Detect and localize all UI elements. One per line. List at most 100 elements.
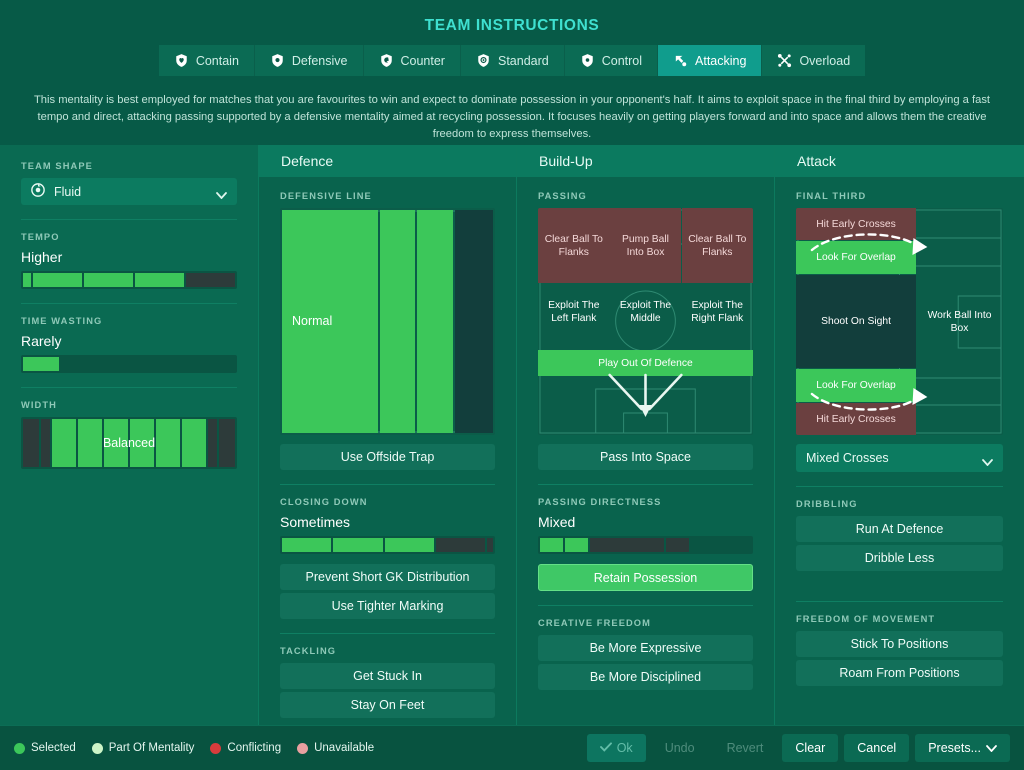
run-at-defence-button[interactable]: Run At Defence [796, 516, 1003, 542]
stick-to-positions-button[interactable]: Stick To Positions [796, 631, 1003, 657]
mentality-tab-contain[interactable]: Contain [158, 45, 254, 76]
width-segment[interactable] [77, 419, 102, 467]
defence-title: Defence [259, 145, 516, 177]
mentality-tab-label: Contain [195, 53, 239, 68]
shield-control-icon [580, 53, 595, 68]
passing-zone-exploit-right-flank[interactable]: Exploit The Right Flank [682, 286, 753, 338]
final-third-pitch[interactable]: Hit Early Crosses Look For Overlap Shoot… [796, 208, 1003, 435]
legend: Selected Part Of Mentality Conflicting Unav… [14, 742, 374, 754]
defensive-line-band[interactable] [455, 210, 493, 433]
width-segment[interactable] [208, 419, 217, 467]
tempo-segment[interactable] [84, 273, 134, 287]
closing-down-slider[interactable] [280, 536, 495, 554]
mentality-tab-control[interactable]: Control [563, 45, 658, 76]
mentality-tab-counter[interactable]: Counter [362, 45, 460, 76]
revert-button[interactable]: Revert [714, 734, 777, 762]
passing-label: PASSING [538, 191, 587, 201]
closing-down-segment[interactable] [282, 538, 332, 552]
roam-from-positions-button[interactable]: Roam From Positions [796, 660, 1003, 686]
use-offside-trap-button[interactable]: Use Offside Trap [280, 444, 495, 470]
action-button-label: Presets... [928, 741, 981, 755]
divider [796, 486, 1003, 487]
action-button-label: Undo [664, 741, 695, 755]
final-third-zone-hit-early-crosses-bottom[interactable]: Hit Early Crosses [796, 403, 917, 435]
passing-zone-exploit-middle[interactable]: Exploit The Middle [610, 286, 681, 338]
mentality-tab-overload[interactable]: Overload [761, 45, 866, 76]
mentality-tab-standard[interactable]: Standard [459, 45, 564, 76]
closing-down-label: CLOSING DOWN [280, 497, 368, 507]
passing-zone-clear-ball-right[interactable]: Clear Ball To Flanks [681, 208, 753, 283]
presets-button[interactable]: Presets... [915, 734, 1010, 762]
closing-down-segment[interactable] [435, 538, 486, 552]
width-segment[interactable] [218, 419, 235, 467]
final-third-zone-work-ball-into-box[interactable]: Work Ball Into Box [916, 275, 1003, 368]
final-third-zone-look-for-overlap-bottom[interactable]: Look For Overlap [796, 369, 917, 402]
passing-zone-clear-ball-left[interactable]: Clear Ball To Flanks [538, 208, 610, 283]
get-stuck-in-button[interactable]: Get Stuck In [280, 663, 495, 689]
time-wasting-slider[interactable] [21, 355, 237, 373]
width-segment[interactable] [156, 419, 181, 467]
clear-button[interactable]: Clear [782, 734, 839, 762]
attack-column: Attack FINAL THIRD Hit Early Crosses Loo… [774, 145, 1024, 725]
closing-down-segment[interactable] [384, 538, 434, 552]
defensive-line-band[interactable] [379, 210, 416, 433]
shield-counter-icon [379, 53, 394, 68]
cancel-button[interactable]: Cancel [844, 734, 910, 762]
final-third-zone-hit-early-crosses-top[interactable]: Hit Early Crosses [796, 208, 917, 240]
team-shape-dropdown[interactable]: Fluid [21, 178, 237, 205]
passing-directness-slider[interactable] [538, 536, 753, 554]
retain-possession-button[interactable]: Retain Possession [538, 564, 753, 591]
width-segment[interactable] [41, 419, 50, 467]
passing-zone-exploit-left-flank[interactable]: Exploit The Left Flank [538, 286, 610, 338]
mentality-tab-attacking[interactable]: Attacking [657, 45, 762, 76]
pass-into-space-button[interactable]: Pass Into Space [538, 444, 753, 470]
defensive-line-label: DEFENSIVE LINE [280, 191, 372, 201]
be-more-disciplined-button[interactable]: Be More Disciplined [538, 664, 753, 690]
crosses-dropdown[interactable]: Mixed Crosses [796, 444, 1003, 472]
width-slider[interactable]: Balanced [21, 417, 237, 469]
passing-directness-segment[interactable] [540, 538, 564, 552]
width-segment[interactable] [182, 419, 207, 467]
width-segment[interactable] [129, 419, 155, 467]
tempo-segment[interactable] [135, 273, 185, 287]
ok-button[interactable]: Ok [586, 734, 646, 762]
final-third-label: FINAL THIRD [796, 191, 867, 201]
final-third-zone-look-for-overlap-top[interactable]: Look For Overlap [796, 241, 917, 274]
passing-zone-pump-ball-into-box[interactable]: Pump Ball Into Box [609, 208, 682, 283]
play-out-arrows-icon [608, 373, 683, 417]
prevent-short-gk-distribution-button[interactable]: Prevent Short GK Distribution [280, 564, 495, 590]
legend-dot-icon [14, 742, 25, 754]
legend-label: Unavailable [314, 742, 375, 754]
time-wasting-label: TIME WASTING [21, 316, 103, 326]
time-wasting-segment[interactable] [23, 357, 60, 371]
chevron-down-icon [986, 741, 997, 755]
width-segment[interactable] [23, 419, 40, 467]
dribble-less-button[interactable]: Dribble Less [796, 545, 1003, 571]
stay-on-feet-button[interactable]: Stay On Feet [280, 692, 495, 718]
use-tighter-marking-button[interactable]: Use Tighter Marking [280, 593, 495, 619]
fluid-shape-icon [31, 183, 45, 200]
be-more-expressive-button[interactable]: Be More Expressive [538, 635, 753, 661]
final-third-zone-shoot-on-sight[interactable]: Shoot On Sight [796, 275, 917, 368]
passing-directness-segment[interactable] [665, 538, 689, 552]
passing-directness-segment[interactable] [565, 538, 589, 552]
mentality-tab-label: Defensive [291, 53, 348, 68]
mentality-tab-defensive[interactable]: Defensive [253, 45, 363, 76]
time-wasting-segment[interactable] [61, 357, 235, 371]
defensive-line-band[interactable]: Normal [282, 210, 378, 433]
closing-down-segment[interactable] [487, 538, 493, 552]
width-segment[interactable] [51, 419, 76, 467]
tempo-segment[interactable] [33, 273, 83, 287]
passing-directness-segment[interactable] [590, 538, 664, 552]
tempo-slider[interactable] [21, 271, 237, 289]
width-segment[interactable] [103, 419, 128, 467]
passing-pitch[interactable]: Clear Ball To Flanks Pump Ball Into Box … [538, 208, 753, 435]
closing-down-segment[interactable] [333, 538, 383, 552]
passing-directness-segment[interactable] [691, 538, 751, 552]
undo-button[interactable]: Undo [652, 734, 708, 762]
defensive-line-pitch[interactable]: Normal [280, 208, 495, 435]
defensive-line-band[interactable] [417, 210, 454, 433]
tempo-segment[interactable] [186, 273, 235, 287]
width-label: WIDTH [21, 400, 57, 410]
tempo-segment[interactable] [23, 273, 32, 287]
